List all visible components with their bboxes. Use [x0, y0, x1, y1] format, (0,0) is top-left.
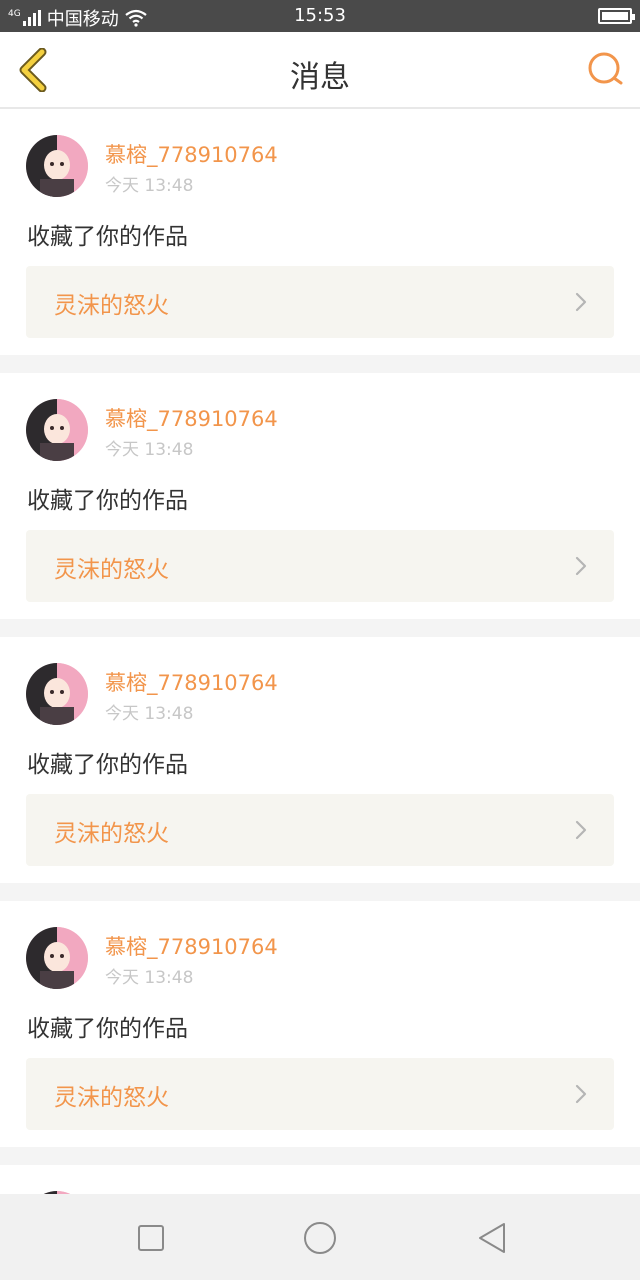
work-link[interactable]: 灵沫的怒火 — [26, 266, 614, 338]
message-time: 今天 13:48 — [105, 176, 194, 196]
system-nav-bar — [0, 1194, 640, 1280]
battery-icon — [598, 8, 635, 24]
status-bar: 4G 中国移动 15:53 — [0, 0, 640, 32]
work-link[interactable]: 灵沫的怒火 — [26, 1058, 614, 1130]
message-list: 慕榕_778910764 今天 13:48 收藏了你的作品 灵沫的怒火 慕榕_7… — [0, 109, 640, 1225]
chevron-right-icon — [575, 820, 587, 840]
work-link[interactable]: 灵沫的怒火 — [26, 530, 614, 602]
action-text: 收藏了你的作品 — [27, 224, 188, 250]
message-card: 慕榕_778910764 今天 13:48 收藏了你的作品 灵沫的怒火 — [0, 637, 640, 883]
username[interactable]: 慕榕_778910764 — [105, 667, 278, 697]
page-title: 消息 — [290, 60, 350, 95]
action-text: 收藏了你的作品 — [27, 488, 188, 514]
work-link[interactable]: 灵沫的怒火 — [26, 794, 614, 866]
search-button[interactable] — [586, 50, 626, 90]
search-icon — [588, 52, 623, 85]
chevron-right-icon — [575, 556, 587, 576]
work-title: 灵沫的怒火 — [54, 557, 169, 583]
work-title: 灵沫的怒火 — [54, 293, 169, 319]
header: 消息 — [0, 32, 640, 109]
avatar[interactable] — [26, 927, 88, 989]
status-time: 15:53 — [294, 5, 346, 26]
message-card: 慕榕_778910764 今天 13:48 收藏了你的作品 灵沫的怒火 — [0, 373, 640, 619]
username[interactable]: 慕榕_778910764 — [105, 139, 278, 169]
square-icon — [138, 1225, 164, 1251]
work-title: 灵沫的怒火 — [54, 1085, 169, 1111]
action-text: 收藏了你的作品 — [27, 752, 188, 778]
action-text: 收藏了你的作品 — [27, 1016, 188, 1042]
back-nav-button[interactable] — [472, 1218, 512, 1258]
avatar[interactable] — [26, 663, 88, 725]
message-card: 慕榕_778910764 今天 13:48 收藏了你的作品 灵沫的怒火 — [0, 901, 640, 1147]
message-time: 今天 13:48 — [105, 968, 194, 988]
circle-icon — [304, 1222, 336, 1254]
home-button[interactable] — [300, 1218, 340, 1258]
avatar[interactable] — [26, 135, 88, 197]
username[interactable]: 慕榕_778910764 — [105, 403, 278, 433]
avatar[interactable] — [26, 399, 88, 461]
triangle-back-icon — [479, 1223, 505, 1253]
message-card: 慕榕_778910764 今天 13:48 收藏了你的作品 灵沫的怒火 — [0, 109, 640, 355]
chevron-right-icon — [575, 1084, 587, 1104]
chevron-right-icon — [575, 292, 587, 312]
username[interactable]: 慕榕_778910764 — [105, 931, 278, 961]
recent-apps-button[interactable] — [131, 1218, 171, 1258]
work-title: 灵沫的怒火 — [54, 821, 169, 847]
message-time: 今天 13:48 — [105, 704, 194, 724]
battery-fill — [602, 12, 628, 20]
message-time: 今天 13:48 — [105, 440, 194, 460]
